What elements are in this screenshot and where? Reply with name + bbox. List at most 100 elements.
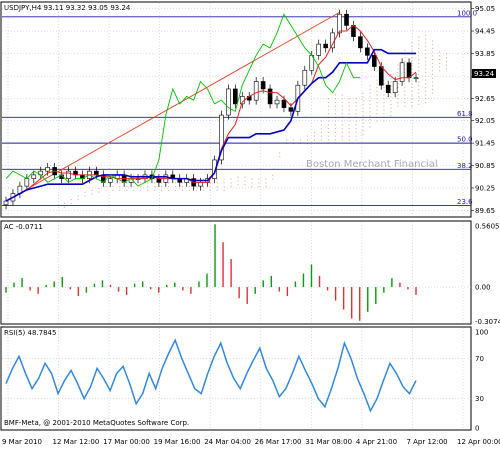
cloud-dot (432, 70, 434, 72)
cloud-dot (362, 126, 364, 128)
fib-label: 38.2 (457, 162, 473, 170)
cloud-dot (411, 72, 413, 74)
cloud-dot (272, 178, 274, 180)
cloud-dot (397, 87, 399, 89)
cloud-dot (404, 68, 406, 70)
cloud-dot (411, 79, 413, 81)
rsi-panel-frame (0, 326, 472, 431)
cloud-dot (70, 202, 72, 204)
copyright-text: BMF-Meta, @ 2001-2010 MetaQuotes Softwar… (4, 419, 189, 427)
cloud-dot (355, 135, 357, 137)
cloud-dot (272, 174, 274, 176)
cloud-dot (432, 77, 434, 79)
cloud-dot (140, 182, 142, 184)
cloud-dot (355, 120, 357, 122)
cloud-dot (362, 133, 364, 135)
cloud-dot (147, 182, 149, 184)
candle-body (66, 170, 71, 179)
cloud-dot (397, 105, 399, 107)
cloud-dot (397, 94, 399, 96)
x-tick-label: 12 Apr 00:00 (457, 438, 500, 446)
cloud-dot (369, 85, 371, 87)
cloud-dot (425, 42, 427, 44)
candle-body (198, 182, 203, 187)
cloud-dot (313, 139, 315, 141)
cloud-dot (251, 186, 253, 188)
cloud-dot (404, 87, 406, 89)
cloud-dot (258, 182, 260, 184)
cloud-dot (195, 189, 197, 191)
cloud-dot (362, 122, 364, 124)
fib-label: 23.6 (457, 198, 473, 206)
cloud-dot (369, 111, 371, 113)
cloud-dot (348, 124, 350, 126)
cloud-dot (348, 128, 350, 130)
cloud-dot (77, 199, 79, 201)
cloud-dot (418, 103, 420, 105)
cloud-dot (418, 88, 420, 90)
ac-tick-label: 0.00 (475, 284, 491, 292)
cloud-dot (181, 189, 183, 191)
cloud-dot (341, 135, 343, 137)
x-tick-label: 26 Mar 17:00 (255, 438, 302, 446)
price-tick-label: 90.85 (475, 162, 495, 170)
cloud-dot (390, 85, 392, 87)
cloud-dot (334, 135, 336, 137)
cloud-dot (334, 128, 336, 130)
cloud-dot (320, 124, 322, 126)
cloud-dot (216, 186, 218, 188)
cloud-dot (223, 178, 225, 180)
candle-body (406, 62, 412, 79)
cloud-dot (334, 124, 336, 126)
ac-tick-label: 0.5605 (475, 223, 500, 231)
x-tick-label: 9 Mar 2010 (2, 438, 42, 446)
cloud-dot (355, 102, 357, 104)
cloud-dot (404, 98, 406, 100)
cloud-dot (244, 176, 246, 178)
cloud-dot (237, 176, 239, 178)
cloud-dot (404, 79, 406, 81)
cloud-dot (327, 109, 329, 111)
cloud-dot (425, 83, 427, 85)
cloud-dot (348, 109, 350, 111)
cloud-dot (425, 90, 427, 92)
price-tick-label: 93.85 (475, 50, 495, 58)
cloud-dot (425, 60, 427, 62)
cloud-dot (369, 100, 371, 102)
cloud-dot (327, 139, 329, 141)
cloud-dot (376, 79, 378, 81)
cloud-dot (223, 182, 225, 184)
ac-panel-frame (0, 220, 472, 325)
candle-body (330, 32, 335, 49)
cloud-dot (446, 64, 447, 66)
cloud-dot (327, 124, 329, 126)
cloud-dot (383, 98, 385, 100)
candle-body (233, 88, 238, 105)
cloud-dot (202, 186, 204, 188)
rsi-tick-label: 70 (475, 355, 484, 363)
price-tick-label: 95.05 (475, 5, 495, 13)
cloud-dot (411, 83, 413, 85)
cloud-dot (418, 55, 420, 57)
cloud-dot (369, 92, 371, 94)
cloud-dot (334, 109, 336, 111)
cloud-dot (362, 111, 364, 113)
cloud-dot (432, 88, 434, 90)
cloud-dot (439, 51, 441, 53)
cloud-dot (411, 49, 413, 51)
cloud-dot (334, 120, 336, 122)
cloud-dot (425, 87, 427, 89)
cloud-dot (355, 131, 357, 133)
cloud-dot (418, 92, 420, 94)
cloud-dot (348, 113, 350, 115)
cloud-dot (216, 189, 218, 191)
cloud-dot (439, 70, 441, 72)
cloud-dot (411, 42, 413, 44)
cloud-dot (300, 139, 302, 141)
cloud-dot (320, 135, 322, 137)
cloud-dot (418, 51, 420, 53)
cloud-dot (195, 186, 197, 188)
cloud-dot (425, 49, 427, 51)
cloud-dot (126, 189, 128, 191)
price-tick-label: 94.45 (475, 28, 495, 36)
